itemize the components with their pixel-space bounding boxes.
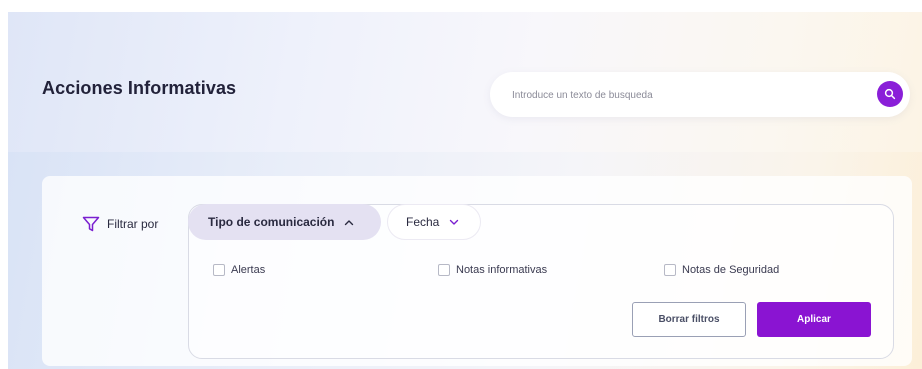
checkbox-alertas[interactable]: Alertas [213, 264, 265, 276]
checkbox-box[interactable] [213, 264, 225, 276]
chevron-down-icon [450, 219, 459, 225]
search-button[interactable] [877, 81, 903, 107]
apply-button[interactable]: Aplicar [757, 302, 871, 337]
filter-icon [82, 216, 100, 232]
checkbox-box[interactable] [438, 264, 450, 276]
checkbox-notas-informativas[interactable]: Notas informativas [438, 264, 547, 276]
page-background: Acciones Informativas Filtrar por Tipo d… [8, 12, 922, 369]
tab-tipo-comunicacion-label: Tipo de comunicación [208, 215, 335, 229]
checkbox-notas-seguridad[interactable]: Notas de Seguridad [664, 264, 779, 276]
tab-fecha-label: Fecha [406, 215, 440, 229]
filter-card: Filtrar por Tipo de comunicación Fecha A… [42, 176, 912, 366]
checkbox-label: Notas informativas [456, 264, 548, 276]
chevron-up-icon [345, 219, 354, 225]
search-icon [884, 88, 896, 100]
tab-tipo-comunicacion[interactable]: Tipo de comunicación [188, 204, 381, 240]
filter-label: Filtrar por [82, 216, 158, 232]
search-input[interactable] [512, 86, 852, 104]
checkbox-label: Notas de Seguridad [682, 264, 780, 276]
checkbox-box[interactable] [664, 264, 676, 276]
checkbox-label: Alertas [231, 264, 266, 276]
filter-panel: Tipo de comunicación Fecha Alertas Notas… [188, 204, 894, 359]
filter-label-text: Filtrar por [107, 217, 159, 231]
tab-fecha[interactable]: Fecha [387, 204, 481, 240]
search-bar [490, 72, 910, 117]
page-title: Acciones Informativas [42, 78, 237, 98]
clear-filters-button[interactable]: Borrar filtros [632, 302, 746, 337]
